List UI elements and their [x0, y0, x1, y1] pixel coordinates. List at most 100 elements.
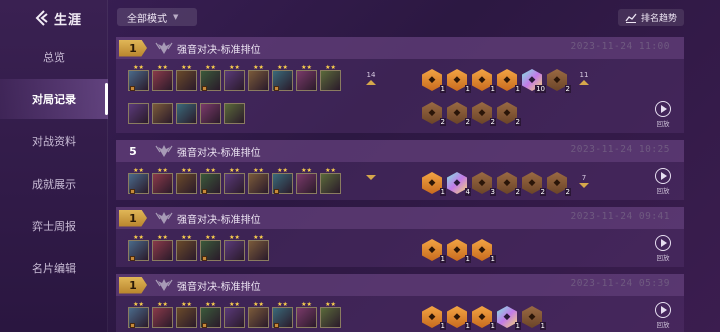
champion-portrait[interactable]: ★★ [224, 302, 245, 328]
star-level: ★★ [181, 301, 192, 308]
champion-portrait[interactable]: ★★ [224, 65, 245, 91]
match-mode-name: 强音对决-标准排位 [177, 44, 261, 56]
match-datetime: 2023-11-24 09:41 [570, 211, 670, 222]
trait-badge[interactable]: ◆ 2 [447, 102, 471, 126]
champion-portrait[interactable]: ★★ [200, 302, 221, 328]
trait-count: 1 [514, 85, 521, 93]
trait-badge[interactable]: ◆ 2 [547, 172, 571, 196]
star-level: ★★ [181, 234, 192, 241]
sidebar-item-card-edit[interactable]: 名片编辑 [0, 248, 108, 288]
trait-row: ◆ 1 ◆ 1 ◆ 1 ◆ 1 ◆ 10 ◆ 2 [422, 69, 571, 93]
trait-badge[interactable]: ◆ 1 [447, 69, 471, 93]
rank-trend-button[interactable]: 排名趋势 [618, 9, 684, 26]
champion-portrait[interactable]: ★★ [200, 65, 221, 91]
sidebar-item-battle-data[interactable]: 对战资料 [0, 121, 108, 161]
replay-button[interactable]: 回放 [648, 235, 678, 262]
champion-portrait[interactable]: ★★ [320, 65, 341, 91]
trait-badge[interactable]: ◆ 1 [422, 69, 446, 93]
trait-count: 4 [464, 188, 471, 196]
champion-portrait[interactable]: ★★ [248, 168, 269, 194]
rank-trend-label: 排名趋势 [640, 14, 677, 24]
champion-portrait[interactable]: ★★ [152, 302, 173, 328]
champion-row [128, 103, 245, 124]
replay-button[interactable]: 回放 [648, 302, 678, 329]
champion-portrait[interactable] [128, 103, 149, 124]
champion-portrait[interactable]: ★★ [176, 65, 197, 91]
trait-badge[interactable]: ◆ 1 [472, 69, 496, 93]
level-indicator: 14 [365, 71, 377, 85]
trait-badge[interactable]: ◆ 1 [472, 306, 496, 330]
match-card-header: 1 强音对决-标准排位 2023-11-24 05:39 [116, 274, 684, 296]
extra-trait-value: 7 [581, 174, 587, 182]
trait-badge[interactable]: ◆ 4 [447, 172, 471, 196]
champion-portrait[interactable]: ★★ [128, 168, 149, 194]
trait-badge[interactable]: ◆ 2 [472, 102, 496, 126]
trait-count: 1 [489, 255, 496, 263]
trait-badge[interactable]: ◆ 1 [497, 69, 521, 93]
replay-button[interactable]: 回放 [648, 168, 678, 195]
champion-portrait[interactable]: ★★ [152, 65, 173, 91]
trait-badge[interactable]: ◆ 2 [497, 172, 521, 196]
trait-badge[interactable]: ◆ 1 [422, 306, 446, 330]
sidebar-item-overview[interactable]: 总览 [0, 37, 108, 77]
champion-portrait[interactable]: ★★ [176, 302, 197, 328]
champion-portrait[interactable]: ★★ [224, 235, 245, 261]
trait-badge[interactable]: ◆ 2 [422, 102, 446, 126]
champion-portrait[interactable]: ★★ [224, 168, 245, 194]
champion-portrait[interactable]: ★★ [320, 168, 341, 194]
champion-portrait[interactable]: ★★ [176, 168, 197, 194]
champion-portrait[interactable]: ★★ [176, 235, 197, 261]
champion-portrait[interactable]: ★★ [128, 302, 149, 328]
champion-portrait[interactable] [224, 103, 245, 124]
champion-portrait[interactable]: ★★ [272, 302, 293, 328]
mode-filter-dropdown[interactable]: 全部模式 ▼ [117, 8, 197, 26]
champion-portrait[interactable] [152, 103, 173, 124]
trait-badge[interactable]: ◆ 3 [472, 172, 496, 196]
champion-portrait[interactable] [200, 103, 221, 124]
champion-portrait[interactable] [176, 103, 197, 124]
trait-badge[interactable]: ◆ 1 [497, 306, 521, 330]
trait-badge[interactable]: ◆ 1 [472, 239, 496, 263]
trait-badge[interactable]: ◆ 1 [447, 306, 471, 330]
sidebar-item-weekly-report[interactable]: 弈士周报 [0, 206, 108, 246]
champion-portrait[interactable]: ★★ [200, 235, 221, 261]
champion-portrait[interactable]: ★★ [152, 168, 173, 194]
champion-portrait[interactable]: ★★ [272, 65, 293, 91]
star-level: ★★ [301, 301, 312, 308]
item-icon [202, 256, 207, 261]
champion-portrait[interactable]: ★★ [320, 302, 341, 328]
star-level: ★★ [133, 234, 144, 241]
item-slots [274, 189, 279, 194]
star-level: ★★ [229, 234, 240, 241]
champion-portrait[interactable]: ★★ [248, 302, 269, 328]
replay-label: 回放 [656, 254, 670, 262]
trait-badge[interactable]: ◆ 2 [547, 69, 571, 93]
champion-portrait[interactable]: ★★ [248, 235, 269, 261]
sidebar: 生涯 总览 对局记录 对战资料 成就展示 弈士周报 名片编辑 [0, 0, 108, 332]
champion-portrait[interactable]: ★★ [128, 235, 149, 261]
trait-badge[interactable]: ◆ 1 [422, 172, 446, 196]
trait-badge[interactable]: ◆ 1 [522, 306, 546, 330]
champion-portrait[interactable]: ★★ [152, 235, 173, 261]
sidebar-item-match-history[interactable]: 对局记录 [0, 79, 108, 119]
back-button[interactable]: 生涯 [34, 8, 82, 28]
champion-portrait[interactable]: ★★ [200, 168, 221, 194]
item-slots [130, 86, 135, 91]
trait-count: 1 [489, 322, 496, 330]
trait-badge[interactable]: ◆ 1 [422, 239, 446, 263]
star-level: ★★ [133, 64, 144, 71]
champion-portrait[interactable]: ★★ [128, 65, 149, 91]
match-card-header: 1 强音对决-标准排位 2023-11-24 09:41 [116, 207, 684, 229]
champion-portrait[interactable]: ★★ [296, 168, 317, 194]
trait-badge[interactable]: ◆ 1 [447, 239, 471, 263]
champion-portrait[interactable]: ★★ [248, 65, 269, 91]
trait-count: 1 [489, 85, 496, 93]
sidebar-item-achievements[interactable]: 成就展示 [0, 164, 108, 204]
champion-portrait[interactable]: ★★ [296, 65, 317, 91]
champion-portrait[interactable]: ★★ [272, 168, 293, 194]
replay-button[interactable]: 回放 [648, 101, 678, 128]
trait-badge[interactable]: ◆ 10 [522, 69, 546, 93]
trait-badge[interactable]: ◆ 2 [497, 102, 521, 126]
trait-badge[interactable]: ◆ 2 [522, 172, 546, 196]
champion-portrait[interactable]: ★★ [296, 302, 317, 328]
